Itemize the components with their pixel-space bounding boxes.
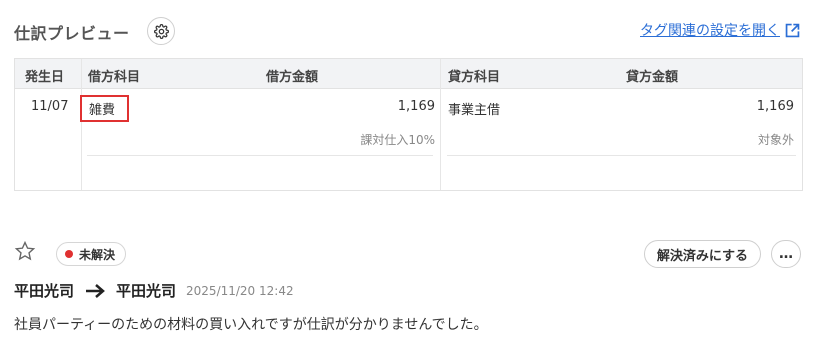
column-header-debit-amount: 借方金額 <box>266 70 319 85</box>
status-dot <box>65 250 73 258</box>
external-link-icon <box>785 23 800 37</box>
row-divider <box>447 155 796 156</box>
row-credit-tax: 対象外 <box>757 133 794 147</box>
row-debit-tax: 課対仕入10% <box>360 133 435 147</box>
column-header-credit-account: 貸方科目 <box>448 70 501 85</box>
column-header-debit-account: 借方科目 <box>88 70 141 85</box>
status-label: 未解決 <box>79 247 116 262</box>
table-header: 発生日 借方科目 借方金額 貸方科目 貸方金額 <box>15 59 802 89</box>
status-badge: 未解決 <box>56 242 127 266</box>
row-debit-amount: 1,169 <box>397 99 435 114</box>
comment-timestamp: 2025/11/20 12:42 <box>186 283 294 298</box>
gear-icon <box>153 23 169 39</box>
row-date: 11/07 <box>31 99 69 114</box>
tag-settings-link-label: タグ関連の設定を開く <box>640 23 780 39</box>
comment-text: 社員パーティーのための材料の買い入れですが仕訳が分かりませんでした。 <box>14 317 488 333</box>
column-divider <box>440 59 441 190</box>
comment-recipient: 平田光司 <box>116 282 177 300</box>
more-options-button[interactable]: … <box>771 240 801 268</box>
row-divider <box>87 155 433 156</box>
star-outline-icon[interactable] <box>14 240 36 262</box>
comment-author: 平田光司 <box>14 282 75 300</box>
tag-settings-link[interactable]: タグ関連の設定を開く <box>640 20 801 40</box>
journal-table: 発生日 借方科目 借方金額 貸方科目 貸方金額 11/07 雑費 1,169 課… <box>14 58 803 191</box>
row-credit-account[interactable]: 事業主借 <box>448 99 500 118</box>
resolve-button[interactable]: 解決済みにする <box>643 240 761 268</box>
comment-meta: 平田光司 平田光司 2025/11/20 12:42 <box>14 280 294 301</box>
arrow-right-icon <box>86 283 105 298</box>
column-divider <box>81 59 82 190</box>
page-title: 仕訳プレビュー <box>14 24 130 43</box>
journal-preview-header: 仕訳プレビュー タグ関連の設定を開く <box>14 16 801 48</box>
debit-account-highlight <box>80 95 129 122</box>
row-credit-amount: 1,169 <box>756 99 794 114</box>
column-header-date: 発生日 <box>25 70 65 85</box>
settings-button[interactable] <box>147 17 175 45</box>
column-header-credit-amount: 貸方金額 <box>626 70 679 85</box>
